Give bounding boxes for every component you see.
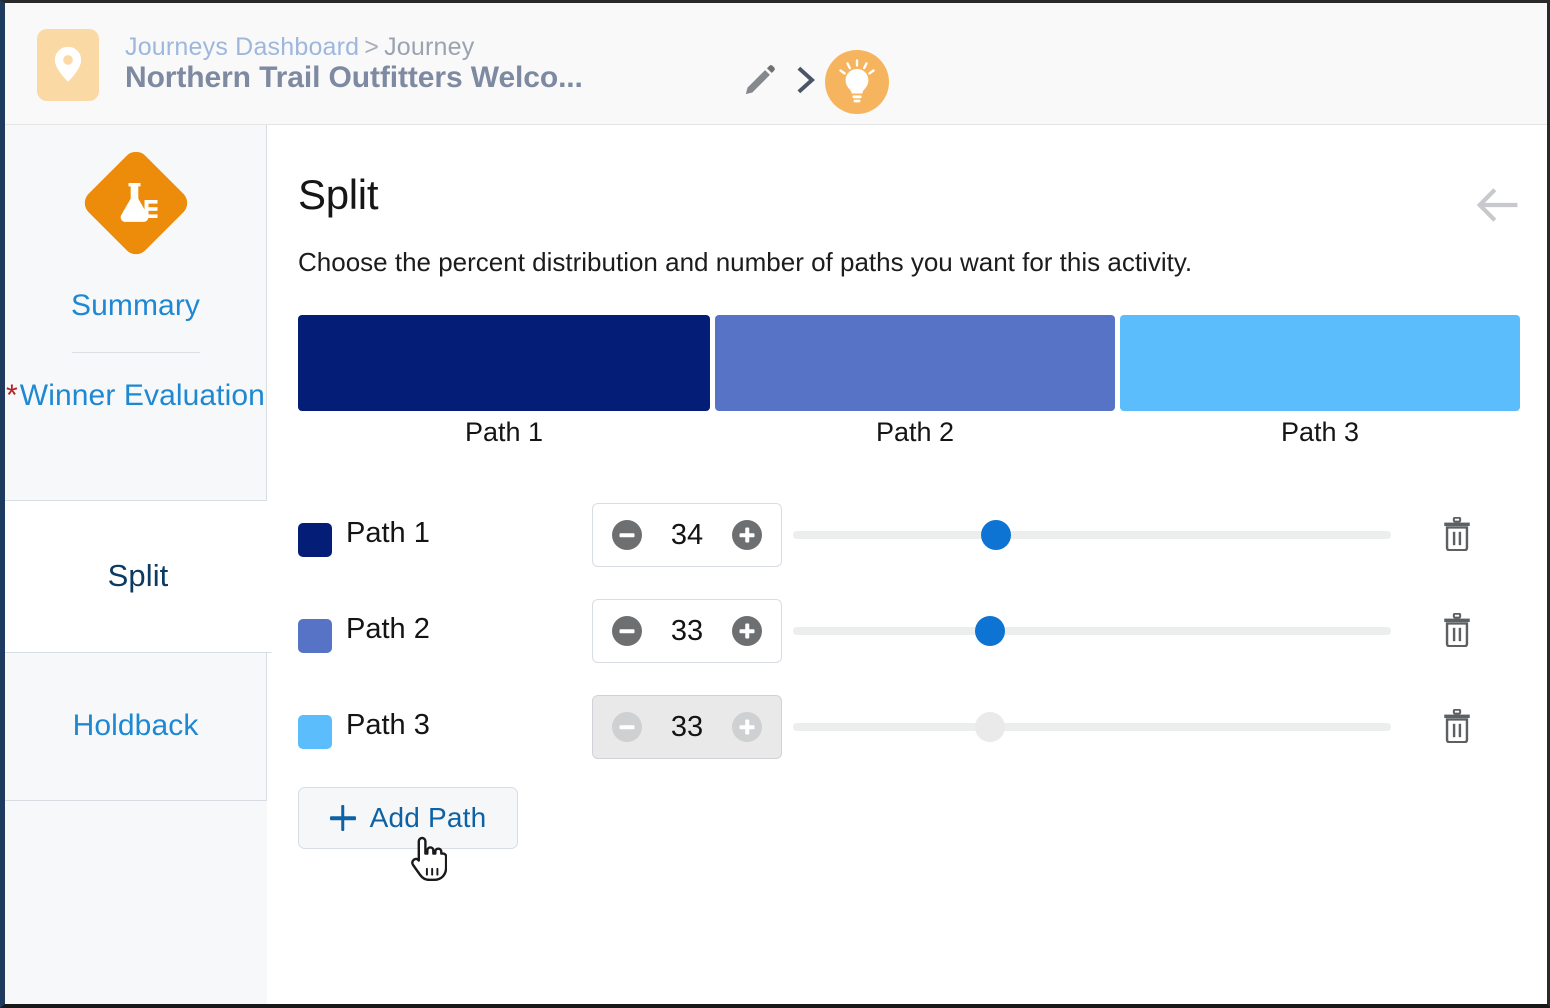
slider-track [793,723,1391,731]
minus-circle-icon[interactable] [612,520,642,550]
slider-thumb[interactable] [981,520,1012,550]
page-title: Split [298,171,379,218]
path-percent-value: 33 [670,710,704,743]
trash-icon[interactable] [1442,517,1472,551]
journey-app-badge [37,29,99,101]
path-percent-stepper[interactable]: 34 [592,503,782,567]
slider-thumb [975,712,1006,742]
path-color-swatch [298,619,332,653]
path-name-label: Path 2 [346,613,430,645]
breadcrumb-root-link[interactable]: Journeys Dashboard [125,33,359,61]
path-percent-stepper[interactable]: 33 [592,599,782,663]
slider-thumb[interactable] [975,616,1006,646]
path-color-swatch [298,523,332,557]
path-row: Path 3 33 [272,687,1547,783]
path-color-swatch [298,715,332,749]
distribution-bar-path-2 [715,315,1116,411]
distribution-bar-labels: Path 1 Path 2 Path 3 [298,417,1520,448]
chevron-right-icon[interactable] [791,63,819,97]
path-percent-slider[interactable] [793,503,1391,567]
path-percent-slider [793,695,1391,759]
sidebar-item-winner-evaluation[interactable]: *Winner Evaluation [5,373,266,420]
activity-sidebar: Summary *Winner Evaluation Split Holdbac… [5,125,272,1004]
sidebar-divider [71,351,200,353]
page-subtitle: Choose the percent distribution and numb… [298,247,1193,277]
sidebar-item-summary[interactable]: Summary [5,283,266,330]
required-marker: * [6,378,18,412]
split-settings-panel: Split Choose the percent distribution an… [272,125,1547,1004]
pointer-hand-cursor [411,836,447,882]
breadcrumb[interactable]: Journeys Dashboard > Journey [125,33,474,62]
sidebar-item-split[interactable]: Split [5,501,272,653]
journey-title: Northern Trail Outfitters Welco... [125,61,583,94]
minus-circle-icon[interactable] [612,616,642,646]
minus-circle-icon [612,712,642,742]
lightbulb-icon [839,59,875,103]
distribution-label-path-2: Path 2 [876,417,955,447]
path-percent-value[interactable]: 34 [642,519,732,552]
distribution-preview-bars [298,315,1520,411]
sidebar-item-holdback[interactable]: Holdback [5,653,267,801]
distribution-bar-path-3 [1120,315,1520,411]
plus-circle-icon [732,712,762,742]
add-path-label: Add Path [369,802,487,833]
path-name-label: Path 3 [346,709,430,741]
tips-button[interactable] [825,50,889,114]
trash-icon[interactable] [1442,709,1472,743]
distribution-label-path-3: Path 3 [1280,417,1360,447]
path-percent-value[interactable]: 33 [642,615,732,648]
path-percent-slider[interactable] [793,599,1391,663]
path-name-label: Path 1 [346,517,430,549]
plus-circle-icon[interactable] [732,616,762,646]
arrow-left-icon[interactable] [1475,183,1519,227]
path-percent-stepper: 33 [592,695,782,759]
path-rows: Path 1 34 Path 2 33 Path 3 33 [272,495,1547,783]
slider-track [793,531,1391,539]
app-header: Journeys Dashboard > Journey Northern Trai… [5,3,1547,125]
screenshot-frame: Journeys Dashboard > Journey Northern Trai… [0,0,1550,1008]
trash-icon[interactable] [1442,613,1472,647]
slider-track [793,627,1391,635]
path-row: Path 1 34 [272,495,1547,591]
sidebar-item-holdback-label: Holdback [72,709,199,743]
flask-icon [120,183,157,222]
distribution-label-path-1: Path 1 [465,417,544,447]
sidebar-item-winner-evaluation-label: Winner Evaluation [19,378,265,412]
sidebar-item-split-label: Split [107,558,169,594]
plus-circle-icon[interactable] [732,520,762,550]
distribution-bar-path-1 [298,315,711,411]
breadcrumb-current: Journey [384,33,475,61]
pencil-icon[interactable] [743,63,777,97]
flask-diamond-icon [78,146,193,260]
path-row: Path 2 33 [272,591,1547,687]
breadcrumb-separator: > [364,33,380,61]
plus-icon [330,805,356,831]
map-pin-icon [54,46,82,82]
sidebar-summary-panel: Summary *Winner Evaluation [5,125,267,501]
